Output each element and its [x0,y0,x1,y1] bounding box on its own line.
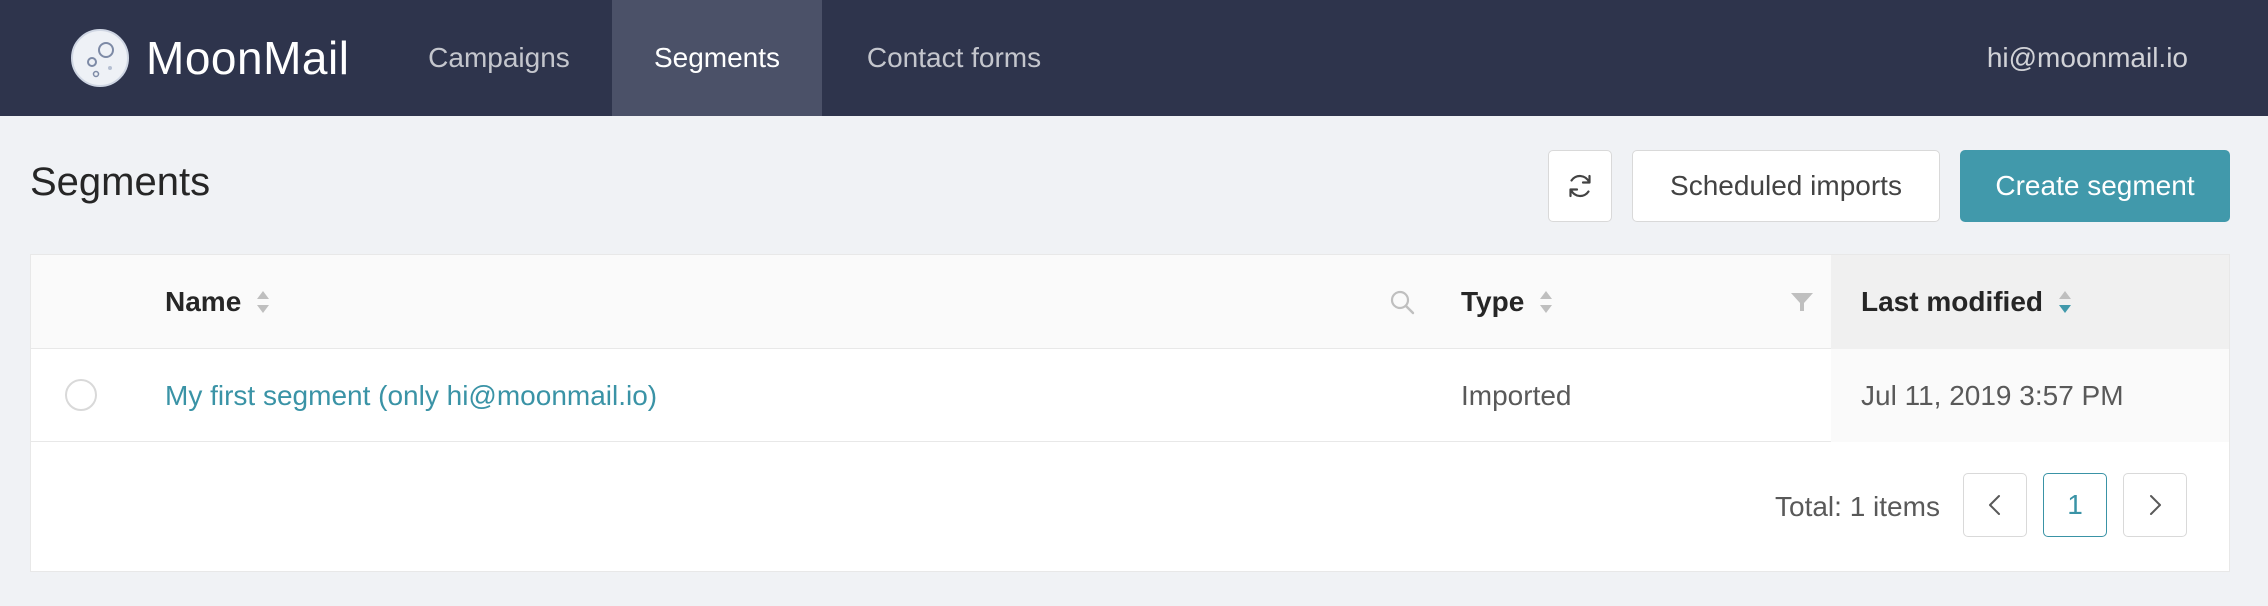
nav-segments[interactable]: Segments [612,0,822,116]
table-header: Name Type Last modified [31,255,2229,349]
page-number-button[interactable]: 1 [2043,473,2107,537]
top-navbar: MoonMail Campaigns Segments Contact form… [0,0,2268,116]
sort-descending-icon [2059,291,2072,313]
nav-contact-forms[interactable]: Contact forms [836,0,1072,116]
column-filter-button[interactable] [1789,255,1815,349]
segments-table: Name Type Last modified My first segment… [30,254,2230,572]
column-search-button[interactable] [1388,255,1416,349]
page-title: Segments [30,160,211,204]
previous-page-button[interactable] [1963,473,2027,537]
column-header-type[interactable]: Type [1461,255,1554,349]
create-segment-button[interactable]: Create segment [1960,150,2230,222]
table-row: My first segment (only hi@moonmail.io) I… [31,349,2229,442]
moon-logo-icon [71,29,129,87]
pagination-total: Total: 1 items [1775,491,1940,522]
column-label-type: Type [1461,286,1525,317]
nav-campaigns[interactable]: Campaigns [400,0,598,116]
column-label-last-modified: Last modified [1861,286,2044,317]
column-label-name: Name [165,286,242,317]
next-page-button[interactable] [2123,473,2187,537]
column-header-name[interactable]: Name [165,255,271,349]
sort-icon [1540,291,1553,313]
scheduled-imports-button[interactable]: Scheduled imports [1632,150,1940,222]
segment-last-modified: Jul 11, 2019 3:57 PM [1831,349,2229,442]
chevron-left-icon [1989,495,2000,515]
chevron-right-icon [2150,495,2161,515]
user-menu[interactable]: hi@moonmail.io [1987,0,2188,116]
refresh-icon [1569,174,1591,198]
sort-icon [257,291,270,313]
search-icon [1390,290,1415,315]
brand[interactable]: MoonMail [70,28,349,88]
brand-name: MoonMail [146,32,350,84]
segment-type: Imported [1461,379,1572,411]
column-header-last-modified[interactable]: Last modified [1831,255,2229,349]
segment-name-link[interactable]: My first segment (only hi@moonmail.io) [165,349,657,442]
row-select-radio[interactable] [65,379,97,411]
filter-icon [1791,293,1813,311]
refresh-button[interactable] [1548,150,1612,222]
